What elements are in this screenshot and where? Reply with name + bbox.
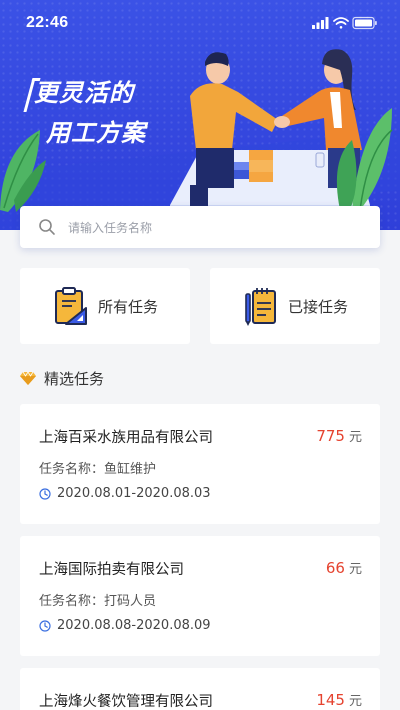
status-time: 22:46 <box>26 14 69 31</box>
task-price: 66 元 <box>326 558 362 577</box>
notepad-pen-icon <box>245 288 276 326</box>
task-price-unit: 元 <box>348 694 362 709</box>
clock-icon <box>39 487 51 500</box>
task-date-range: 2020.08.08-2020.08.09 <box>57 618 211 633</box>
task-card[interactable]: 上海国际拍卖有限公司 66 元 任务名称：打码人员 2020.08.08-2020… <box>20 536 380 656</box>
task-price-unit: 元 <box>348 430 362 445</box>
task-card[interactable]: 上海烽火餐饮管理有限公司 145 元 <box>20 668 380 710</box>
banner-slogan: 更灵活的 用工方案 <box>23 78 146 148</box>
task-price: 775 元 <box>316 426 362 445</box>
battery-icon <box>352 16 377 30</box>
task-name: 任务名称：打码人员 <box>39 594 157 609</box>
featured-tasks-header: 精选任务 <box>20 368 104 388</box>
clipboard-ruler-icon <box>54 287 87 325</box>
task-price-value: 145 <box>316 691 345 709</box>
status-bar: 22:46 <box>0 0 400 48</box>
task-price: 145 元 <box>316 690 362 709</box>
accepted-tasks-button[interactable]: 已接任务 <box>210 268 380 344</box>
slogan-line-1: 更灵活的 <box>34 79 134 107</box>
task-price-value: 66 <box>325 559 345 577</box>
slogan-line-2: 用工方案 <box>46 119 146 147</box>
task-card[interactable]: 上海百采水族用品有限公司 775 元 任务名称：鱼缸维护 2020.08.01-2… <box>20 404 380 524</box>
task-company: 上海国际拍卖有限公司 <box>39 562 184 578</box>
accepted-tasks-label: 已接任务 <box>287 297 348 316</box>
search-icon <box>39 219 55 235</box>
task-price-unit: 元 <box>348 562 362 577</box>
wifi-icon <box>333 17 349 29</box>
task-date: 2020.08.01-2020.08.03 <box>39 486 211 501</box>
section-title: 精选任务 <box>44 369 105 388</box>
task-company: 上海百采水族用品有限公司 <box>39 430 213 446</box>
task-price-value: 775 <box>316 427 345 445</box>
gem-icon <box>20 371 36 385</box>
signal-icon <box>312 17 329 29</box>
task-name: 任务名称：鱼缸维护 <box>39 462 157 477</box>
task-date: 2020.08.08-2020.08.09 <box>39 618 211 633</box>
task-company: 上海烽火餐饮管理有限公司 <box>39 694 213 710</box>
clock-icon <box>39 619 51 632</box>
search-bar[interactable]: 请输入任务名称 <box>20 206 380 248</box>
task-date-range: 2020.08.01-2020.08.03 <box>57 486 211 501</box>
all-tasks-label: 所有任务 <box>97 297 158 316</box>
all-tasks-button[interactable]: 所有任务 <box>20 268 190 344</box>
search-placeholder[interactable]: 请输入任务名称 <box>68 219 152 236</box>
status-icons <box>312 16 377 30</box>
